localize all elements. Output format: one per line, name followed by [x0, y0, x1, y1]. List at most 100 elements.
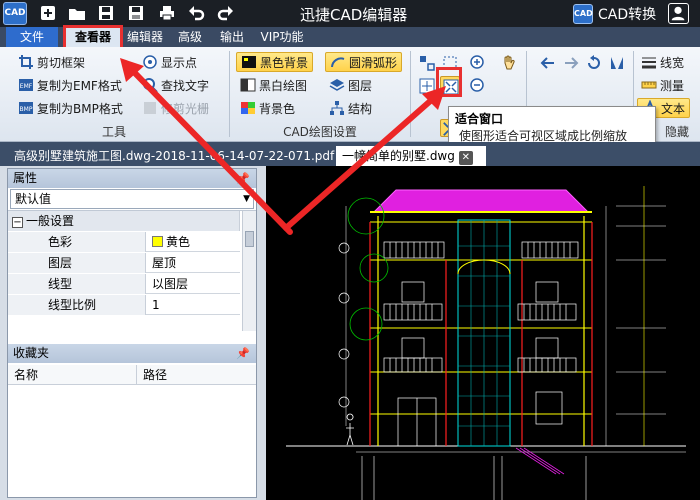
redo-icon[interactable] — [215, 4, 235, 23]
show-points-label: 显示点 — [161, 55, 198, 70]
find-text-icon — [143, 78, 158, 93]
structure-icon — [330, 101, 344, 115]
background-color-label: 背景色 — [259, 101, 296, 116]
tab-villa-label: 一幢简单的别墅.dwg — [342, 149, 455, 163]
tooltip-title: 适合窗口 — [455, 112, 504, 126]
properties-scrollbar[interactable] — [242, 211, 256, 331]
menu-file[interactable]: 文件 — [6, 27, 58, 47]
property-value[interactable]: 以图层 — [148, 274, 240, 294]
background-color-icon — [241, 102, 255, 114]
new-icon[interactable] — [38, 4, 58, 23]
smooth-arc-label: 圆滑弧形 — [349, 55, 398, 70]
layers-button[interactable]: 图层 — [329, 75, 372, 95]
hide-group-label: 隐藏 — [664, 125, 689, 139]
menu-advanced[interactable]: 高级 — [172, 27, 208, 47]
zoom-out-icon[interactable] — [468, 76, 488, 96]
save-icon[interactable] — [96, 4, 116, 23]
cad-convert-button[interactable]: CAD CAD转换 — [573, 3, 656, 24]
app-logo: CAD — [3, 2, 27, 25]
measure-label: 测量 — [660, 78, 685, 93]
open-folder-icon[interactable] — [67, 4, 87, 23]
properties-header: 属性 📌 — [8, 169, 256, 188]
fit-window-highlight-box — [436, 67, 462, 97]
layers-icon — [329, 79, 345, 91]
save-as-icon[interactable] — [126, 4, 146, 23]
property-group-general[interactable]: − 一般设置 — [8, 211, 240, 231]
pin-icon[interactable]: 📌 — [236, 169, 250, 188]
property-row-linetype-scale[interactable]: 线型比例 1 — [8, 295, 240, 315]
zoom-window-icon[interactable] — [417, 53, 437, 73]
layers-label: 图层 — [348, 78, 373, 93]
rotate-icon[interactable] — [584, 53, 604, 73]
user-icon[interactable] — [668, 3, 689, 24]
cad-drawing-settings-label: CAD绘图设置 — [283, 125, 357, 139]
bw-drawing-label: 黑白绘图 — [259, 78, 308, 93]
black-background-button[interactable]: 黑色背景 — [236, 52, 314, 72]
forward-arrow-icon[interactable] — [561, 53, 581, 73]
crop-icon — [19, 55, 33, 69]
menu-editor[interactable]: 编辑器 — [123, 27, 167, 47]
collapse-icon[interactable]: − — [12, 217, 23, 228]
tab-pdf-document[interactable]: 高级别墅建筑施工图.dwg-2018-11-06-14-07-22-071.pd… — [8, 146, 334, 166]
emf-icon: EMF — [19, 79, 33, 91]
black-background-label: 黑色背景 — [260, 55, 309, 70]
favorites-title: 收藏夹 — [13, 346, 50, 360]
properties-dropdown[interactable]: 默认值 ▼ — [10, 189, 254, 209]
property-row-layer[interactable]: 图层 屋顶 — [8, 253, 240, 273]
chevron-down-icon: ▼ — [243, 194, 250, 204]
close-tab-icon[interactable]: ✕ — [458, 151, 473, 165]
show-points-button[interactable]: 显示点 — [142, 52, 197, 72]
menu-vip[interactable]: VIP功能 — [256, 27, 308, 47]
back-arrow-icon[interactable] — [538, 53, 558, 73]
property-value[interactable]: 黄色 — [148, 232, 240, 252]
smooth-arc-icon — [331, 57, 345, 68]
mirror-icon[interactable] — [607, 53, 627, 73]
group-general-label: 一般设置 — [26, 214, 75, 228]
favorites-header: 收藏夹 📌 — [8, 344, 256, 363]
find-text-label: 查找文字 — [161, 78, 210, 93]
tools-group-label: 工具 — [101, 125, 126, 139]
crop-frame-button[interactable]: 剪切框架 — [18, 52, 85, 72]
undo-icon[interactable] — [187, 4, 207, 23]
ribbon-separator — [410, 51, 411, 137]
emf-icon-text: EMF — [20, 83, 33, 90]
background-color-button[interactable]: 背景色 — [240, 98, 295, 118]
property-grid: − 一般设置 色彩 黄色 图层 屋顶 线型 以图层 线型比例 1 — [8, 210, 256, 331]
column-name[interactable]: 名称 — [14, 365, 38, 385]
tab-villa-drawing[interactable]: 一幢简单的别墅.dwg ✕ — [336, 146, 486, 166]
bmp-icon: BMP — [19, 102, 33, 114]
trim-raster-button[interactable]: 修剪光栅 — [142, 98, 209, 118]
cad-convert-label: CAD转换 — [598, 6, 657, 23]
column-path[interactable]: 路径 — [136, 365, 167, 385]
copy-bmp-label: 复制为BMP格式 — [37, 101, 123, 116]
copy-emf-button[interactable]: EMF 复制为EMF格式 — [18, 75, 122, 95]
line-width-icon — [642, 57, 656, 69]
cad-convert-icon: CAD — [573, 3, 593, 24]
zoom-extents-icon[interactable] — [417, 76, 437, 96]
bw-drawing-button[interactable]: 黑白绘图 — [240, 75, 307, 95]
structure-button[interactable]: 结构 — [329, 98, 372, 118]
property-row-linetype[interactable]: 线型 以图层 — [8, 274, 240, 294]
show-points-icon — [143, 55, 157, 69]
properties-title: 属性 — [13, 171, 38, 185]
menu-output[interactable]: 输出 — [214, 27, 250, 47]
property-value[interactable]: 屋顶 — [148, 253, 240, 273]
zoom-in-icon[interactable] — [468, 53, 488, 73]
pin-icon[interactable]: 📌 — [236, 344, 250, 363]
copy-emf-label: 复制为EMF格式 — [37, 78, 122, 93]
property-key: 线型比例 — [8, 295, 146, 315]
drawing-canvas[interactable] — [266, 166, 700, 500]
scrollbar-thumb[interactable] — [245, 231, 254, 247]
line-width-button[interactable]: 线宽 — [641, 52, 684, 72]
property-value[interactable]: 1 — [148, 295, 240, 315]
find-text-button[interactable]: 查找文字 — [142, 75, 209, 95]
trim-raster-label: 修剪光栅 — [161, 101, 210, 116]
copy-bmp-button[interactable]: BMP 复制为BMP格式 — [18, 98, 123, 118]
text-label: 文本 — [661, 101, 686, 116]
print-icon[interactable] — [157, 4, 177, 23]
bw-drawing-icon — [240, 78, 256, 92]
smooth-arc-button[interactable]: 圆滑弧形 — [325, 52, 403, 72]
property-row-color[interactable]: 色彩 黄色 — [8, 232, 240, 252]
pan-hand-icon[interactable] — [499, 53, 519, 73]
measure-button[interactable]: 测量 — [641, 75, 684, 95]
